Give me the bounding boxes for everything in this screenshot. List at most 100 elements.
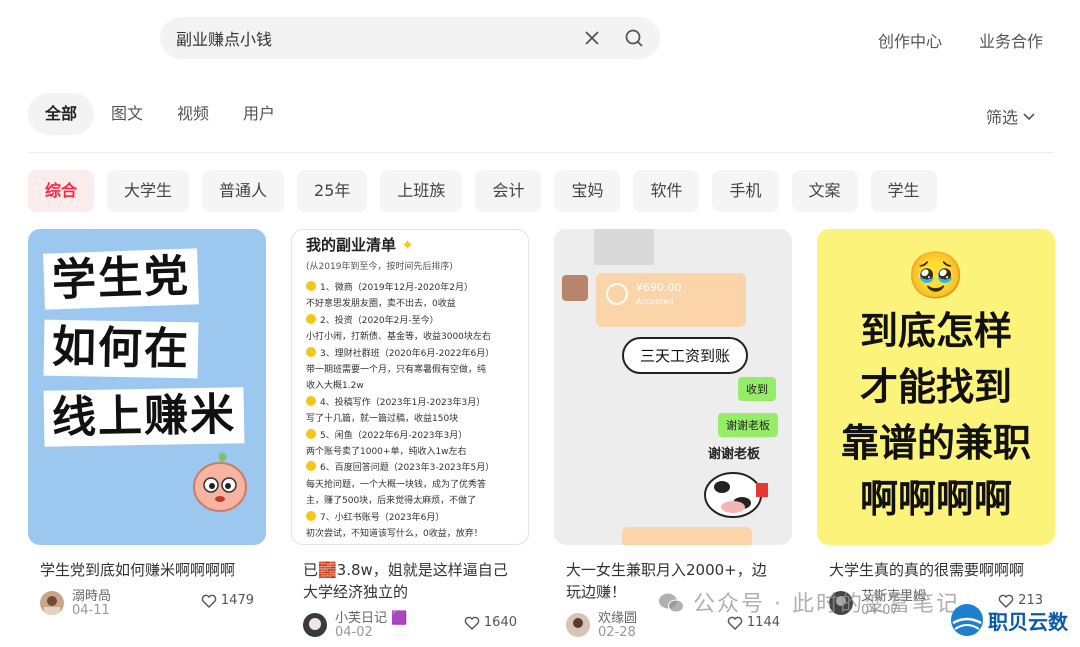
cover-line: 每天抢问题，一个大概一块钱，成为了优秀答 — [306, 479, 487, 490]
chip-college-student[interactable]: 大学生 — [107, 170, 190, 212]
note-cover[interactable]: ¥690.00 Accepted 三天工资到账 收到 谢谢老板 谢谢老板 — [554, 229, 792, 545]
chip-comprehensive[interactable]: 综合 — [28, 170, 95, 212]
chat-message: 收到 — [738, 377, 776, 401]
cover-text: 到底怎样 — [859, 309, 1012, 353]
note-card[interactable]: 我的副业清单 ✦ (从2019年到至今，按时间先后排序) 1、微商（2019年1… — [291, 229, 529, 647]
chip-office-worker[interactable]: 上班族 — [380, 170, 463, 212]
heart-icon — [201, 594, 217, 608]
cover-text: 靠谱的兼职 — [840, 421, 1031, 465]
brand-globe-icon — [951, 604, 983, 636]
creator-center-link[interactable]: 创作中心 — [878, 28, 942, 52]
chip-software[interactable]: 软件 — [633, 170, 700, 212]
note-title[interactable]: 学生党到底如何赚米啊啊啊啊 — [28, 559, 266, 581]
cover-line: 3、理财社群班（2020年6月-2022年6月） — [306, 346, 514, 362]
check-icon — [606, 283, 628, 305]
like-button[interactable]: 1479 — [201, 593, 254, 608]
note-cover[interactable]: 🥹 到底怎样 才能找到 靠谱的兼职 啊啊啊啊 — [817, 229, 1055, 545]
tab-all[interactable]: 全部 — [28, 93, 95, 135]
chip-copywriting[interactable]: 文案 — [791, 170, 858, 212]
note-meta: 溺時咼 04-11 1479 — [28, 585, 266, 625]
transfer-card: ¥690.00 Accepted — [596, 273, 746, 327]
note-cover[interactable]: 我的副业清单 ✦ (从2019年到至今，按时间先后排序) 1、微商（2019年1… — [291, 229, 529, 545]
speech-bubble: 三天工资到账 — [622, 337, 749, 374]
chip-2025[interactable]: 25年 — [297, 170, 368, 212]
author-name[interactable]: 小芙日记 🟪 — [335, 607, 407, 626]
chip-student[interactable]: 学生 — [870, 170, 937, 212]
avatar[interactable] — [303, 613, 327, 637]
note-title[interactable]: 已🧱3.8w，姐就是这样逼自己大学经济独立的 — [291, 559, 529, 603]
filter-label: 筛选 — [985, 108, 1018, 127]
cover-line: 7、小红书账号（2023年6月） — [306, 510, 514, 526]
check-icon — [306, 510, 316, 521]
chevron-down-icon — [1023, 113, 1035, 121]
post-date: 04-02 — [335, 625, 373, 640]
like-count: 1640 — [483, 615, 517, 630]
note-card[interactable]: 学生党 如何在 线上赚米 学生党到底如何赚米啊啊啊啊 溺時咼 04-11 147… — [28, 229, 266, 625]
keyword-chips: 综合 大学生 普通人 25年 上班族 会计 宝妈 软件 手机 文案 学生 — [28, 170, 950, 212]
search-input[interactable] — [176, 17, 576, 59]
transfer-amount: ¥690.00 — [636, 281, 682, 294]
wechat-icon — [659, 593, 684, 613]
cover-line: 主，赚了500块，后来觉得太麻烦，不做了 — [306, 496, 477, 507]
avatar — [562, 275, 588, 301]
cover-line: 6、百度回答问题（2023年3-2023年5月） — [306, 460, 514, 476]
author-name[interactable]: 欢缘圆 — [598, 607, 637, 626]
business-cooperation-link[interactable]: 业务合作 — [979, 28, 1043, 52]
check-icon — [306, 313, 316, 324]
clear-icon[interactable] — [580, 26, 604, 50]
cover-line: 两个账号卖了1000+单，纯收入1w左右 — [306, 447, 467, 458]
cover-heading: 我的副业清单 ✦ — [306, 236, 414, 254]
chip-accounting[interactable]: 会计 — [475, 170, 542, 212]
search-icon[interactable] — [622, 26, 646, 50]
note-cover[interactable]: 学生党 如何在 线上赚米 — [28, 229, 266, 545]
cover-text: 学生党 — [43, 248, 199, 311]
cartoon-character-icon — [193, 452, 247, 512]
avatar[interactable] — [40, 591, 64, 615]
check-icon — [306, 346, 316, 357]
like-button[interactable]: 1640 — [464, 615, 517, 630]
tab-image-text[interactable]: 图文 — [94, 93, 160, 135]
chip-mom[interactable]: 宝妈 — [554, 170, 621, 212]
brand-logo: 职贝云数 — [950, 603, 1068, 637]
cover-line: 小打小闹，打新债、基金等，收益3000块左右 — [306, 332, 491, 343]
note-card[interactable]: 🥹 到底怎样 才能找到 靠谱的兼职 啊啊啊啊 大学生真的真的很需要啊啊啊 艾斯克… — [817, 229, 1055, 625]
sparkle-icon: ✦ — [401, 236, 414, 254]
cover-text: 线上赚米 — [43, 387, 245, 448]
chip-ordinary-people[interactable]: 普通人 — [202, 170, 285, 212]
divider — [28, 152, 1054, 153]
cow-sticker-icon — [704, 472, 768, 518]
filter-button[interactable]: 筛选 — [986, 104, 1036, 128]
cover-line: 收入大概1.2w — [306, 381, 364, 392]
chip-phone[interactable]: 手机 — [712, 170, 779, 212]
check-icon — [306, 395, 316, 406]
watermark: 公众号 · 此时的变富笔记 — [658, 586, 960, 618]
cover-line: 带一期班需要一个月，只有寒暑假有空做，纯 — [306, 365, 487, 376]
check-icon — [306, 281, 316, 291]
post-date: 04-11 — [72, 603, 110, 618]
note-card[interactable]: ¥690.00 Accepted 三天工资到账 收到 谢谢老板 谢谢老板 大一女… — [554, 229, 792, 647]
search-bar[interactable] — [160, 17, 660, 59]
cover-subtitle: (从2019年到至今，按时间先后排序) — [306, 262, 453, 272]
transfer-card — [622, 527, 752, 545]
avatar[interactable] — [566, 613, 590, 637]
like-count: 1479 — [220, 593, 254, 608]
chat-message: 谢谢老板 — [718, 413, 778, 437]
transfer-status: Accepted — [636, 297, 674, 306]
cover-text: 啊啊啊啊 — [859, 477, 1012, 521]
photo-thumbnail — [594, 229, 654, 265]
cover-line: 5、闲鱼（2022年6月-2023年3月） — [306, 428, 514, 444]
tab-video[interactable]: 视频 — [160, 93, 226, 135]
cover-text: 才能找到 — [859, 365, 1012, 409]
sticker-text: 谢谢老板 — [708, 447, 761, 462]
cover-line: 不好意思发朋友圈，卖不出去，0收益 — [306, 299, 456, 310]
post-date: 02-28 — [598, 625, 636, 640]
cover-line: 1、微商（2019年12月-2020年2月） — [306, 280, 514, 296]
check-icon — [306, 461, 316, 472]
note-title[interactable]: 大学生真的真的很需要啊啊啊 — [817, 559, 1055, 581]
cover-text: 如何在 — [43, 319, 199, 379]
tab-users[interactable]: 用户 — [226, 93, 292, 135]
cover-line: 初次尝试，不知道该写什么，0收益，放弃！ — [306, 529, 483, 540]
note-meta: 小芙日记 🟪 04-02 1640 — [291, 607, 529, 647]
author-name[interactable]: 溺時咼 — [72, 585, 111, 604]
cover-line: 写了十几篇，就一篇过稿，收益150块 — [306, 414, 459, 425]
